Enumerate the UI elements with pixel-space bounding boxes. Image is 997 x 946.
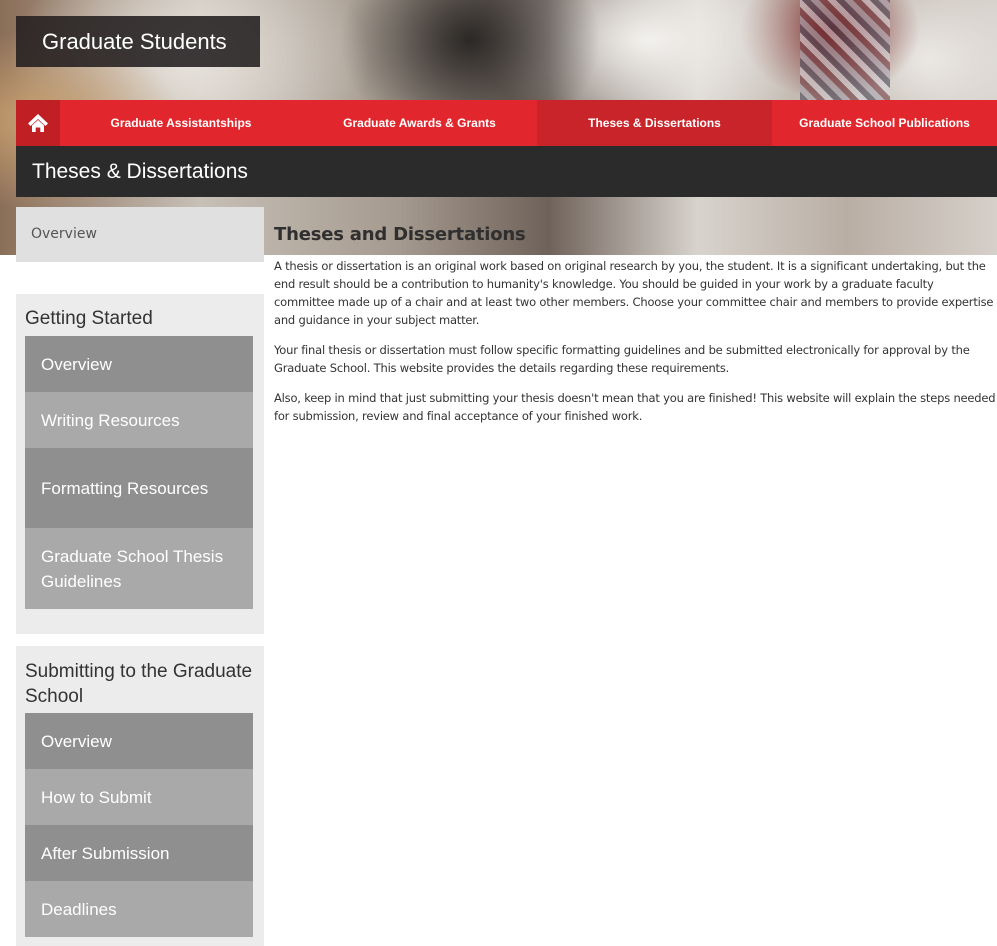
nav-item-graduate-awards-grants[interactable]: Graduate Awards & Grants: [302, 100, 537, 146]
sidebar-group-heading: Getting Started: [25, 308, 153, 329]
main-nav: Graduate Assistantships Graduate Awards …: [16, 100, 997, 146]
submission-paragraph: Also, keep in mind that just submitting …: [274, 391, 996, 423]
nav-item-graduate-school-publications[interactable]: Graduate School Publications: [772, 100, 997, 146]
main-content: Theses and Dissertations A thesis or dis…: [274, 221, 997, 437]
page-heading: Theses and Dissertations: [274, 224, 526, 245]
nav-home-button[interactable]: [16, 100, 60, 146]
section-title: Theses & Dissertations: [16, 146, 997, 197]
sidebar-overview-link[interactable]: Overview: [16, 207, 264, 262]
sidebar-link-deadlines[interactable]: Deadlines: [25, 881, 253, 937]
sidebar-link-formatting-resources[interactable]: Formatting Resources: [25, 448, 253, 528]
hero-photo-detail: [800, 0, 890, 100]
site-title[interactable]: Graduate Students: [16, 16, 260, 67]
sidebar-link-how-to-submit[interactable]: How to Submit: [25, 769, 253, 825]
nav-item-graduate-assistantships[interactable]: Graduate Assistantships: [60, 100, 302, 146]
formatting-paragraph: Your final thesis or dissertation must f…: [274, 343, 970, 375]
sidebar-group-submitting: Submitting to the Graduate School Overvi…: [16, 646, 264, 946]
sidebar-group-heading: Submitting to the Graduate School: [25, 661, 253, 707]
sidebar-link-submit-overview[interactable]: Overview: [25, 713, 253, 769]
sidebar-link-after-submission[interactable]: After Submission: [25, 825, 253, 881]
home-icon: [28, 114, 48, 132]
sidebar-link-overview[interactable]: Overview: [25, 336, 253, 392]
sidebar-group-getting-started: Getting Started Overview Writing Resourc…: [16, 294, 264, 634]
nav-item-theses-dissertations[interactable]: Theses & Dissertations: [537, 100, 772, 146]
sidebar-link-writing-resources[interactable]: Writing Resources: [25, 392, 253, 448]
intro-paragraph: A thesis or dissertation is an original …: [274, 259, 994, 327]
sidebar-link-thesis-guidelines[interactable]: Graduate School Thesis Guidelines: [25, 528, 253, 609]
